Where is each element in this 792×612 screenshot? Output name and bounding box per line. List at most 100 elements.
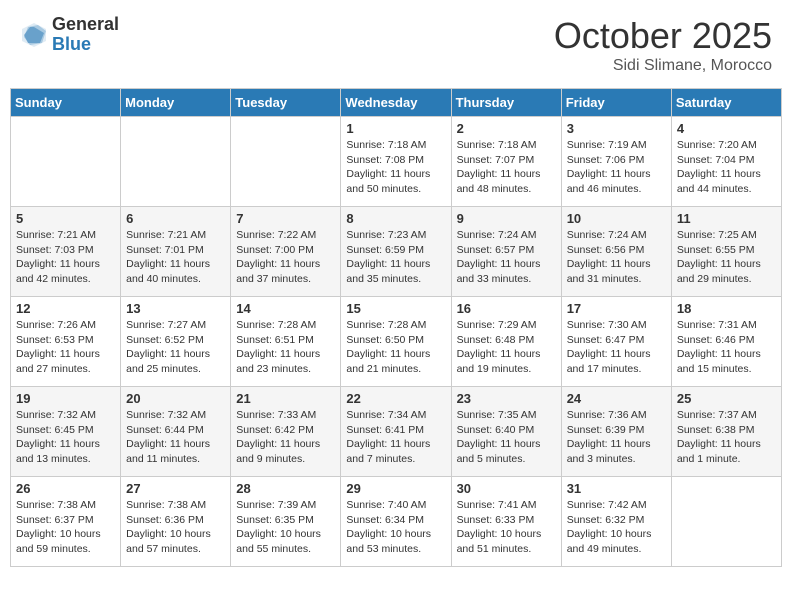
header-day-wednesday: Wednesday [341,89,451,117]
calendar-cell: 14Sunrise: 7:28 AM Sunset: 6:51 PM Dayli… [231,297,341,387]
day-number: 30 [457,481,556,496]
calendar-cell [671,477,781,567]
cell-content: Sunrise: 7:19 AM Sunset: 7:06 PM Dayligh… [567,138,666,197]
calendar-cell: 23 Sunrise: 7:35 AM Sunset: 6:40 PM Dayli… [451,387,561,477]
calendar-cell: 1Sunrise: 7:18 AM Sunset: 7:08 PM Daylig… [341,117,451,207]
cell-content: Sunrise: 7:42 AM Sunset: 6:32 PM Dayligh… [567,498,666,557]
calendar-cell: 17Sunrise: 7:30 AM Sunset: 6:47 PM Dayli… [561,297,671,387]
day-number: 27 [126,481,225,496]
day-number: 15 [346,301,445,316]
cell-content: Sunrise: 7:26 AM Sunset: 6:53 PM Dayligh… [16,318,115,377]
calendar-cell: 27 Sunrise: 7:38 AM Sunset: 6:36 PM Dayli… [121,477,231,567]
title-block: October 2025 Sidi Slimane, Morocco [554,15,772,75]
day-number: 2 [457,121,556,136]
cell-content: Sunrise: 7:36 AM Sunset: 6:39 PM Dayligh… [567,408,666,467]
cell-content: Sunrise: 7:40 AM Sunset: 6:34 PM Dayligh… [346,498,445,557]
header-day-saturday: Saturday [671,89,781,117]
day-number: 3 [567,121,666,136]
day-number: 16 [457,301,556,316]
calendar-cell: 25Sunrise: 7:37 AM Sunset: 6:38 PM Dayli… [671,387,781,477]
calendar-body: 1Sunrise: 7:18 AM Sunset: 7:08 PM Daylig… [11,117,782,567]
cell-content: Sunrise: 7:38 AM Sunset: 6:37 PM Dayligh… [16,498,115,557]
page-header: General Blue October 2025 Sidi Slimane, … [10,10,782,80]
calendar-cell: 3 Sunrise: 7:19 AM Sunset: 7:06 PM Daylig… [561,117,671,207]
week-row-2: 5 Sunrise: 7:21 AM Sunset: 7:03 PM Daylig… [11,207,782,297]
day-number: 9 [457,211,556,226]
month-title: October 2025 [554,15,772,57]
day-number: 19 [16,391,115,406]
cell-content: Sunrise: 7:32 AM Sunset: 6:45 PM Dayligh… [16,408,115,467]
calendar-cell: 16 Sunrise: 7:29 AM Sunset: 6:48 PM Dayli… [451,297,561,387]
cell-content: Sunrise: 7:38 AM Sunset: 6:36 PM Dayligh… [126,498,225,557]
cell-content: Sunrise: 7:31 AM Sunset: 6:46 PM Dayligh… [677,318,776,377]
cell-content: Sunrise: 7:18 AM Sunset: 7:07 PM Dayligh… [457,138,556,197]
location: Sidi Slimane, Morocco [554,57,772,75]
calendar-cell: 2 Sunrise: 7:18 AM Sunset: 7:07 PM Daylig… [451,117,561,207]
day-number: 7 [236,211,335,226]
header-day-sunday: Sunday [11,89,121,117]
calendar-cell: 19 Sunrise: 7:32 AM Sunset: 6:45 PM Dayli… [11,387,121,477]
cell-content: Sunrise: 7:41 AM Sunset: 6:33 PM Dayligh… [457,498,556,557]
day-number: 23 [457,391,556,406]
day-number: 4 [677,121,776,136]
calendar-cell: 20Sunrise: 7:32 AM Sunset: 6:44 PM Dayli… [121,387,231,477]
header-row: SundayMondayTuesdayWednesdayThursdayFrid… [11,89,782,117]
week-row-5: 26 Sunrise: 7:38 AM Sunset: 6:37 PM Dayli… [11,477,782,567]
calendar-cell: 9Sunrise: 7:24 AM Sunset: 6:57 PM Daylig… [451,207,561,297]
cell-content: Sunrise: 7:39 AM Sunset: 6:35 PM Dayligh… [236,498,335,557]
logo-icon [20,21,48,49]
day-number: 22 [346,391,445,406]
day-number: 21 [236,391,335,406]
calendar-cell: 18 Sunrise: 7:31 AM Sunset: 6:46 PM Dayli… [671,297,781,387]
day-number: 1 [346,121,445,136]
calendar-cell: 24 Sunrise: 7:36 AM Sunset: 6:39 PM Dayli… [561,387,671,477]
calendar-cell [11,117,121,207]
cell-content: Sunrise: 7:25 AM Sunset: 6:55 PM Dayligh… [677,228,776,287]
week-row-1: 1Sunrise: 7:18 AM Sunset: 7:08 PM Daylig… [11,117,782,207]
calendar-cell [121,117,231,207]
day-number: 31 [567,481,666,496]
cell-content: Sunrise: 7:33 AM Sunset: 6:42 PM Dayligh… [236,408,335,467]
day-number: 26 [16,481,115,496]
calendar-cell: 5 Sunrise: 7:21 AM Sunset: 7:03 PM Daylig… [11,207,121,297]
cell-content: Sunrise: 7:28 AM Sunset: 6:50 PM Dayligh… [346,318,445,377]
day-number: 11 [677,211,776,226]
cell-content: Sunrise: 7:34 AM Sunset: 6:41 PM Dayligh… [346,408,445,467]
cell-content: Sunrise: 7:24 AM Sunset: 6:56 PM Dayligh… [567,228,666,287]
cell-content: Sunrise: 7:30 AM Sunset: 6:47 PM Dayligh… [567,318,666,377]
header-day-tuesday: Tuesday [231,89,341,117]
day-number: 5 [16,211,115,226]
cell-content: Sunrise: 7:22 AM Sunset: 7:00 PM Dayligh… [236,228,335,287]
cell-content: Sunrise: 7:29 AM Sunset: 6:48 PM Dayligh… [457,318,556,377]
calendar-cell: 12Sunrise: 7:26 AM Sunset: 6:53 PM Dayli… [11,297,121,387]
calendar-cell: 4 Sunrise: 7:20 AM Sunset: 7:04 PM Daylig… [671,117,781,207]
logo-general: General [52,15,119,35]
calendar-cell: 10Sunrise: 7:24 AM Sunset: 6:56 PM Dayli… [561,207,671,297]
cell-content: Sunrise: 7:21 AM Sunset: 7:03 PM Dayligh… [16,228,115,287]
calendar-cell: 26 Sunrise: 7:38 AM Sunset: 6:37 PM Dayli… [11,477,121,567]
day-number: 14 [236,301,335,316]
calendar-cell: 31 Sunrise: 7:42 AM Sunset: 6:32 PM Dayli… [561,477,671,567]
logo-blue: Blue [52,35,119,55]
cell-content: Sunrise: 7:21 AM Sunset: 7:01 PM Dayligh… [126,228,225,287]
calendar-cell: 7 Sunrise: 7:22 AM Sunset: 7:00 PM Daylig… [231,207,341,297]
day-number: 24 [567,391,666,406]
calendar-cell: 29Sunrise: 7:40 AM Sunset: 6:34 PM Dayli… [341,477,451,567]
cell-content: Sunrise: 7:20 AM Sunset: 7:04 PM Dayligh… [677,138,776,197]
calendar-table: SundayMondayTuesdayWednesdayThursdayFrid… [10,88,782,567]
day-number: 8 [346,211,445,226]
calendar-cell: 11 Sunrise: 7:25 AM Sunset: 6:55 PM Dayli… [671,207,781,297]
day-number: 13 [126,301,225,316]
calendar-cell: 6 Sunrise: 7:21 AM Sunset: 7:01 PM Daylig… [121,207,231,297]
day-number: 25 [677,391,776,406]
calendar-cell: 8Sunrise: 7:23 AM Sunset: 6:59 PM Daylig… [341,207,451,297]
week-row-3: 12Sunrise: 7:26 AM Sunset: 6:53 PM Dayli… [11,297,782,387]
header-day-thursday: Thursday [451,89,561,117]
cell-content: Sunrise: 7:32 AM Sunset: 6:44 PM Dayligh… [126,408,225,467]
day-number: 18 [677,301,776,316]
cell-content: Sunrise: 7:27 AM Sunset: 6:52 PM Dayligh… [126,318,225,377]
calendar-cell: 15 Sunrise: 7:28 AM Sunset: 6:50 PM Dayli… [341,297,451,387]
day-number: 6 [126,211,225,226]
cell-content: Sunrise: 7:35 AM Sunset: 6:40 PM Dayligh… [457,408,556,467]
calendar-cell: 22 Sunrise: 7:34 AM Sunset: 6:41 PM Dayli… [341,387,451,477]
